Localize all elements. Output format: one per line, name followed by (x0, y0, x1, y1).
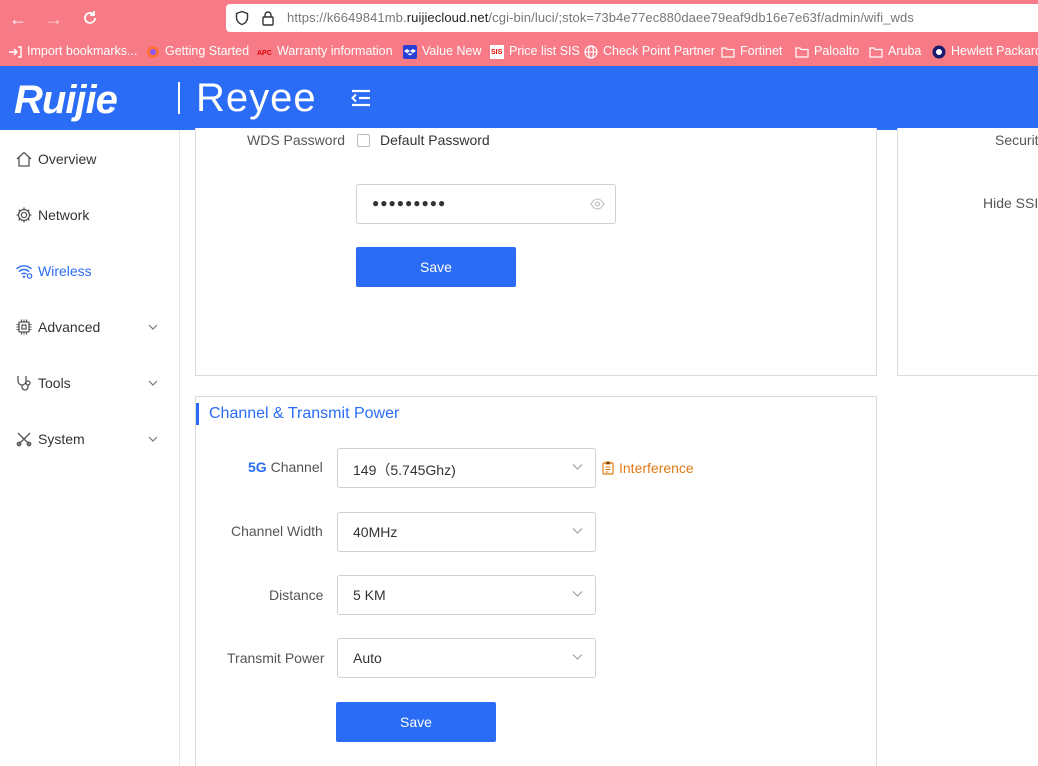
channel-label: 5G Channel (248, 459, 323, 475)
eye-icon[interactable] (590, 198, 605, 210)
chevron-down-icon (572, 654, 583, 660)
channel-width-label: Channel Width (231, 523, 323, 539)
wds-password-input[interactable]: ●●●●●●●●● (356, 184, 616, 224)
bookmark-checkpoint[interactable]: Check Point Partner (584, 37, 715, 66)
sidebar-item-tools[interactable]: Tools (0, 363, 180, 403)
bookmark-paloalto[interactable]: Paloalto (795, 37, 859, 66)
address-bar[interactable]: https://k6649841mb.ruijiecloud.net/cgi-b… (226, 4, 1038, 32)
browser-toolbar: ← → https://k6649841mb.ruijiecloud.net/c… (0, 0, 1038, 37)
ssid-settings-card: Securit Hide SSI (897, 128, 1038, 376)
folder-icon (795, 46, 809, 58)
wds-password-label: WDS Password (247, 132, 346, 148)
ruijie-logo: Ruijie (14, 78, 118, 122)
forward-arrow-icon[interactable]: → (44, 9, 64, 29)
sidebar-item-overview[interactable]: Overview (0, 139, 180, 179)
home-icon (16, 151, 32, 167)
svg-text:SIS: SIS (491, 49, 503, 56)
import-icon (9, 45, 22, 58)
sidebar-item-advanced[interactable]: Advanced (0, 307, 180, 347)
sidebar-item-system[interactable]: System (0, 419, 180, 459)
bookmark-value-new[interactable]: Value New (403, 37, 482, 66)
distance-label: Distance (269, 587, 324, 603)
shield-icon[interactable] (234, 10, 250, 26)
sidebar: Overview Network Wireless Advanced Tools… (0, 130, 180, 766)
bookmark-warranty[interactable]: APC Warranty information (256, 37, 393, 66)
channel-select[interactable]: 149（5.745Ghz) (337, 448, 596, 488)
reyee-logo: Reyee (196, 76, 317, 120)
chevron-down-icon (572, 528, 583, 534)
channel-save-button[interactable]: Save (336, 702, 496, 742)
logo-divider (178, 82, 180, 114)
wds-save-button[interactable]: Save (356, 247, 516, 287)
default-password-checkbox[interactable] (357, 134, 370, 147)
stethoscope-icon (17, 376, 31, 391)
bookmark-import[interactable]: Import bookmarks... (8, 37, 137, 66)
distance-value: 5 KM (353, 587, 386, 603)
globe-icon (584, 44, 598, 59)
folder-icon (721, 46, 735, 58)
channel-section-title: Channel & Transmit Power (196, 403, 399, 425)
sis-logo-icon: SIS (490, 44, 504, 59)
gear-icon (16, 207, 32, 223)
chevron-down-icon (572, 464, 583, 470)
sidebar-item-wireless[interactable]: Wireless (0, 251, 180, 291)
default-password-label: Default Password (380, 132, 490, 148)
sidebar-item-network[interactable]: Network (0, 195, 180, 235)
svg-text:APC: APC (257, 50, 272, 57)
app-header: Ruijie Reyee (0, 66, 1038, 130)
url-text[interactable]: https://k6649841mb.ruijiecloud.net/cgi-b… (287, 10, 914, 25)
wifi-icon (16, 265, 33, 279)
bookmarks-bar: Import bookmarks... Getting Started APC W… (0, 37, 1038, 66)
firefox-icon (147, 45, 159, 58)
apc-logo-icon: APC (257, 50, 272, 57)
tools-icon (16, 432, 32, 447)
distance-select[interactable]: 5 KM (337, 575, 596, 615)
interference-link[interactable]: Interference (619, 460, 694, 476)
folder-icon (869, 46, 883, 58)
bookmark-hpe[interactable]: Hewlett Packard (932, 37, 1038, 66)
hpe-logo-icon (932, 45, 946, 58)
channel-value: 149（5.745Ghz) (353, 462, 456, 478)
clipboard-icon[interactable] (602, 461, 614, 475)
transmit-power-label: Transmit Power (227, 650, 325, 666)
bookmark-aruba[interactable]: Aruba (869, 37, 921, 66)
lock-icon[interactable] (260, 10, 276, 26)
chevron-down-icon (148, 324, 158, 330)
channel-width-select[interactable]: 40MHz (337, 512, 596, 552)
chevron-down-icon (572, 591, 583, 597)
back-arrow-icon[interactable]: ← (8, 9, 28, 29)
hide-ssid-label: Hide SSI (983, 195, 1038, 211)
bookmark-price-list[interactable]: SIS Price list SIS (490, 37, 580, 66)
bookmark-getting-started[interactable]: Getting Started (146, 37, 249, 66)
wds-settings-card: WDS Password Default Password ●●●●●●●●● … (195, 128, 877, 376)
dropbox-icon (403, 44, 417, 59)
menu-collapse-icon[interactable] (350, 88, 372, 108)
security-label: Securit (995, 132, 1038, 148)
chevron-down-icon (148, 436, 158, 442)
chevron-down-icon (148, 380, 158, 386)
bookmark-fortinet[interactable]: Fortinet (721, 37, 782, 66)
channel-power-card: Channel & Transmit Power 5G Channel 149（… (195, 396, 877, 766)
main-content: WDS Password Default Password ●●●●●●●●● … (181, 128, 1038, 766)
transmit-power-value: Auto (353, 650, 382, 666)
reload-icon[interactable] (80, 9, 100, 29)
transmit-power-select[interactable]: Auto (337, 638, 596, 678)
channel-width-value: 40MHz (353, 524, 398, 540)
chip-icon (16, 319, 32, 335)
wds-password-value: ●●●●●●●●● (372, 196, 447, 210)
